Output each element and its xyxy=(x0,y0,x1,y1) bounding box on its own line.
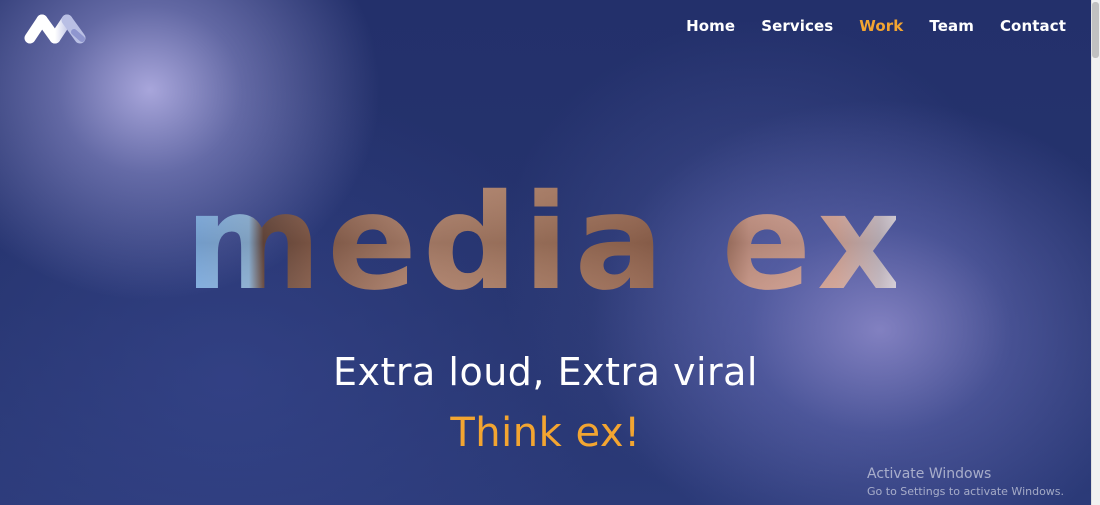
watermark-subtitle: Go to Settings to activate Windows. xyxy=(867,485,1065,498)
nav-work-link[interactable]: Work xyxy=(859,17,903,35)
brand-text-texture: media ex xyxy=(196,175,896,305)
watermark-title: Activate Windows xyxy=(867,466,992,482)
vertical-scrollbar[interactable] xyxy=(1091,0,1100,505)
main-nav: Home Services Work Team Contact xyxy=(686,17,1066,35)
nav-home-link[interactable]: Home xyxy=(686,17,735,35)
hero-tagline: Extra loud, Extra viral xyxy=(333,350,758,394)
scrollbar-thumb[interactable] xyxy=(1092,2,1099,58)
nav-contact-link[interactable]: Contact xyxy=(1000,17,1066,35)
hero-section: Home Services Work Team Contact media ex… xyxy=(0,0,1091,505)
brand-heading: media ex media ex xyxy=(0,175,1091,305)
brand-wordmark: media ex media ex xyxy=(196,175,896,305)
nav-services-link[interactable]: Services xyxy=(761,17,833,35)
hero-cta-text: Think ex! xyxy=(450,410,641,456)
nav-team-link[interactable]: Team xyxy=(929,17,974,35)
media-ex-logo-icon[interactable] xyxy=(22,12,98,44)
windows-activation-watermark: Activate Windows Go to Settings to activ… xyxy=(867,466,1064,498)
